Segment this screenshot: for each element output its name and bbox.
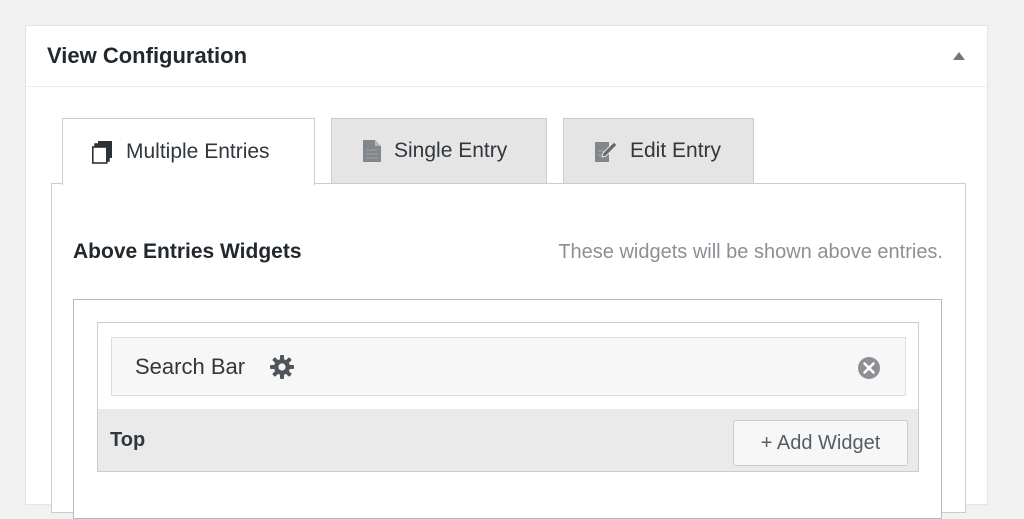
panel-title: View Configuration <box>47 43 248 68</box>
view-configuration-panel: View Configuration Multiple Entries Sing… <box>25 25 988 519</box>
tab-edit-entry[interactable]: Edit Entry <box>563 118 754 184</box>
tab-single-entry[interactable]: Single Entry <box>331 118 547 184</box>
zone-footer: Top + Add Widget <box>98 409 918 471</box>
add-widget-button[interactable]: + Add Widget <box>733 420 908 466</box>
multiple-entries-icon <box>92 141 112 164</box>
zone-label: Top <box>110 429 146 451</box>
remove-widget-icon[interactable] <box>857 356 881 380</box>
tab-label: Single Entry <box>394 139 508 162</box>
panel-header: View Configuration <box>26 26 987 87</box>
document-icon <box>363 140 381 162</box>
tab-label: Multiple Entries <box>126 140 270 163</box>
widget-zone: Search Bar Top + Add Widget <box>97 322 919 472</box>
section-title: Above Entries Widgets <box>73 240 302 263</box>
widgets-drop-area: Search Bar Top + Add Widget <box>73 299 942 519</box>
tab-multiple-entries[interactable]: Multiple Entries <box>62 118 315 185</box>
section-description: These widgets will be shown above entrie… <box>558 241 943 263</box>
widget-item-search-bar[interactable]: Search Bar <box>111 337 906 396</box>
widget-label: Search Bar <box>135 354 246 379</box>
tab-content: Above Entries Widgets These widgets will… <box>51 183 966 519</box>
gear-icon[interactable] <box>269 354 295 380</box>
edit-document-icon <box>595 141 618 162</box>
collapse-toggle-button[interactable] <box>949 48 969 64</box>
triangle-up-icon <box>953 52 965 60</box>
tab-label: Edit Entry <box>630 139 722 162</box>
